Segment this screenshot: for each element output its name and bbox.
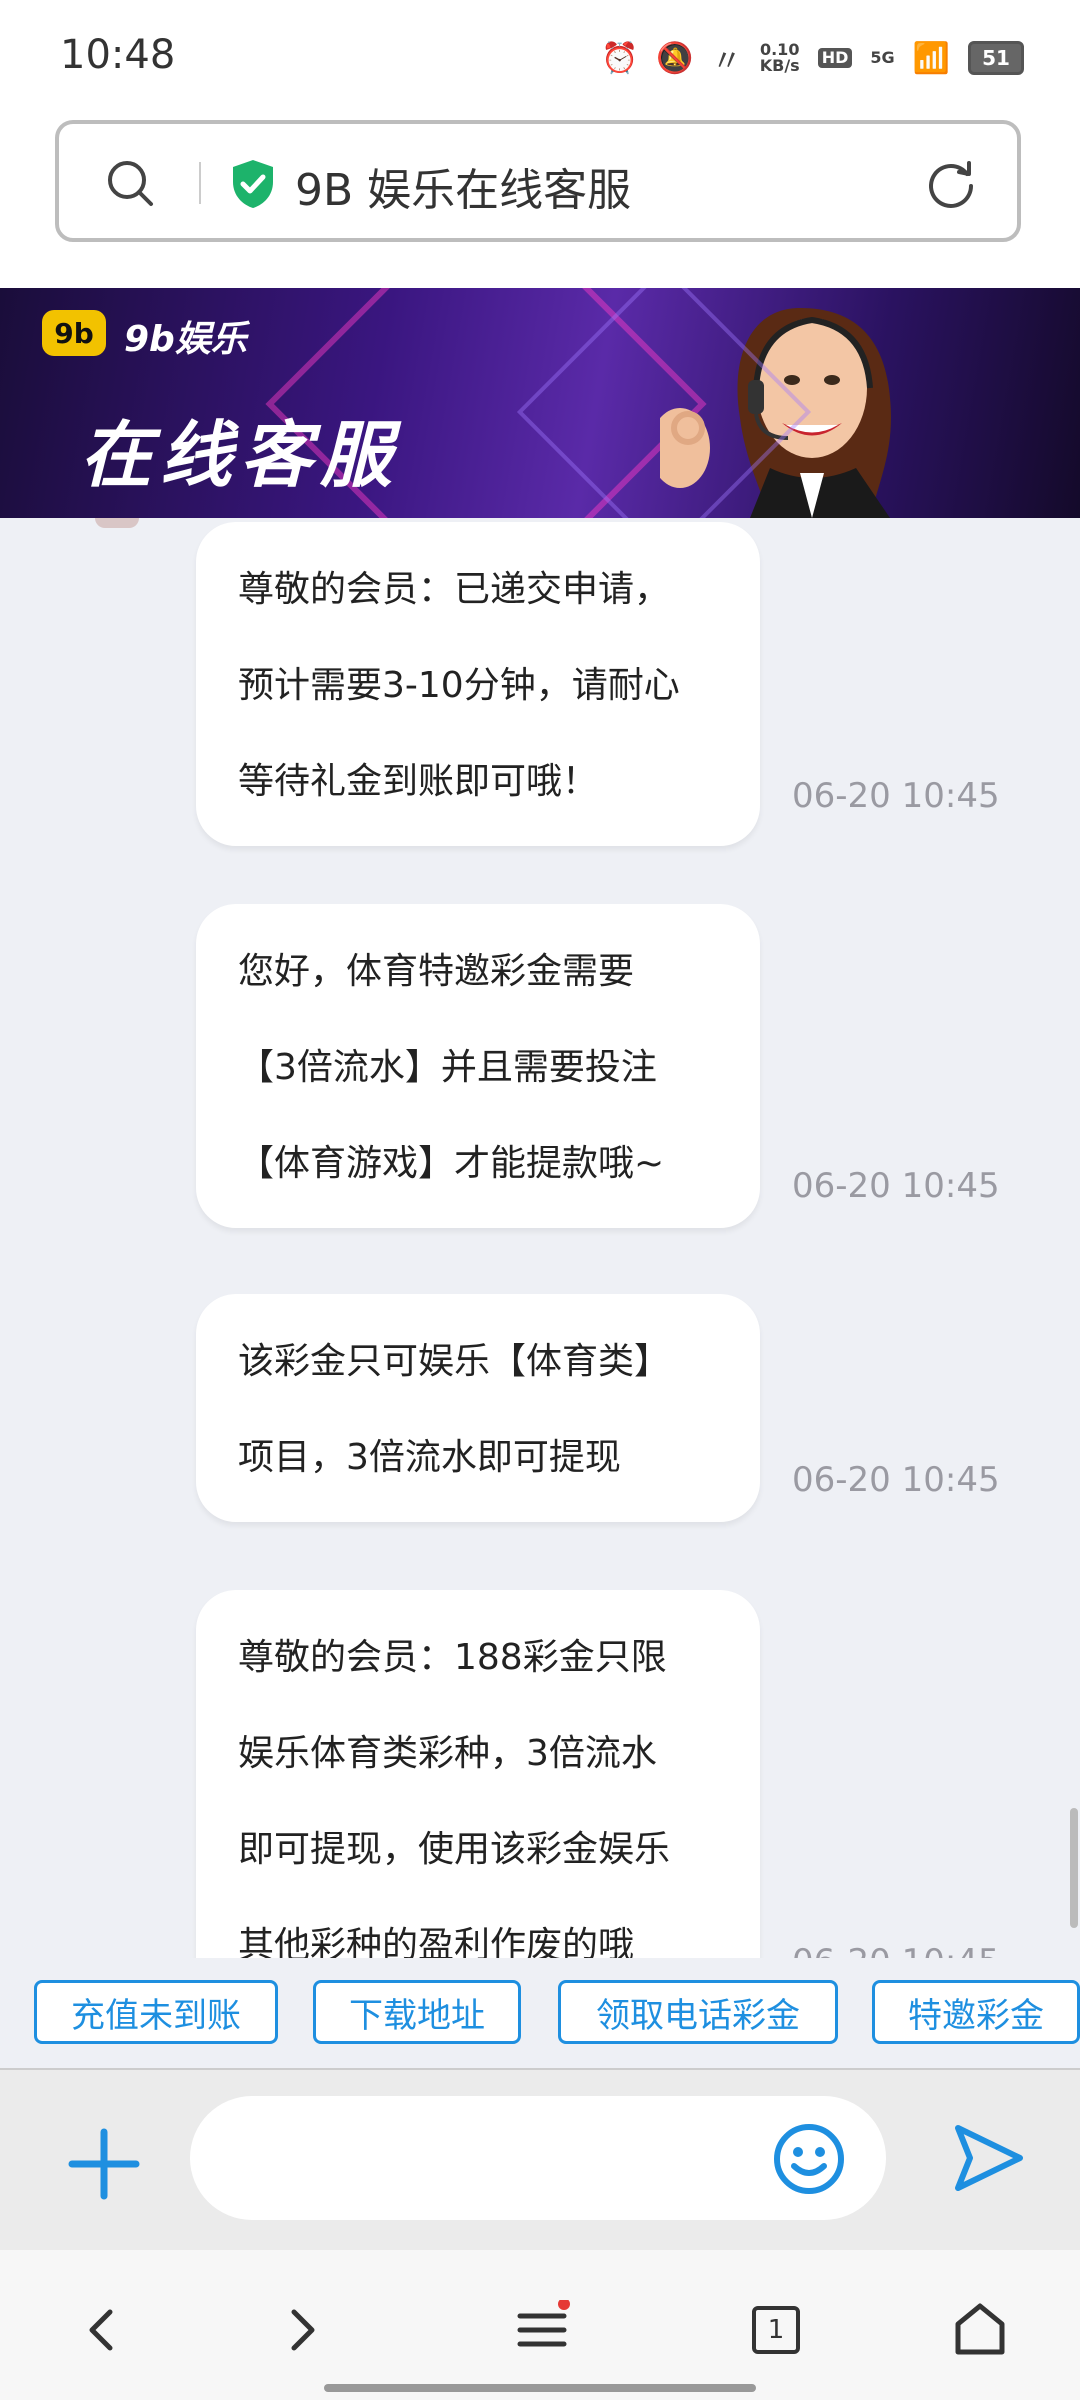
- mute-icon: 🔕: [656, 40, 694, 76]
- vibrate-icon: 〃: [711, 44, 742, 79]
- quick-reply-button[interactable]: 下载地址: [313, 1980, 521, 2044]
- net-speed: 0.10 KB/s: [759, 40, 800, 75]
- banner-brand: 9b娱乐: [124, 319, 247, 360]
- shield-check-icon: [233, 160, 273, 208]
- browser-nav-bar: 1: [0, 2250, 1080, 2400]
- message-bubble: 您好，体育特邀彩金需要 【3倍流水】并且需要投注 【体育游戏】才能提款哦~: [196, 904, 760, 1228]
- message-timestamp: 06-20 10:45: [792, 776, 1000, 816]
- status-icons: ⏰ 🔕 〃 0.10 KB/s HD 5G 📶 51: [601, 36, 1024, 80]
- status-time: 10:48: [60, 32, 176, 78]
- message-bubble: 尊敬的会员：188彩金只限 娱乐体育类彩种，3倍流水 即可提现，使用该彩金娱乐 …: [196, 1590, 760, 1958]
- address-bar[interactable]: 9B 娱乐在线客服: [55, 120, 1021, 242]
- message-line: 等待礼金到账即可哦！: [238, 761, 599, 802]
- menu-icon[interactable]: [512, 2300, 572, 2360]
- message-line: 其他彩种的盈利作废的哦: [238, 1925, 635, 1958]
- wifi-icon: 📶: [912, 40, 950, 76]
- divider: [199, 162, 201, 204]
- forward-icon[interactable]: [272, 2300, 332, 2360]
- message-line: 尊敬的会员：已递交申请，: [238, 569, 671, 610]
- battery-icon: 51: [968, 41, 1024, 75]
- address-bar-container: 9B 娱乐在线客服: [0, 112, 1080, 288]
- message-line: 即可提现，使用该彩金娱乐: [238, 1829, 671, 1870]
- signal-5g-icon: 5G: [870, 48, 895, 67]
- gesture-handle[interactable]: [324, 2384, 756, 2392]
- tabs-button[interactable]: 1: [746, 2300, 806, 2360]
- message-line: 【3倍流水】并且需要投注: [238, 1047, 657, 1088]
- search-icon[interactable]: [105, 158, 155, 208]
- quick-reply-button[interactable]: 充值未到账: [34, 1980, 278, 2044]
- chat-message-list[interactable]: 尊敬的会员：已递交申请， 预计需要3-10分钟，请耐心 等待礼金到账即可哦！ 0…: [0, 518, 1080, 1958]
- refresh-icon[interactable]: [925, 158, 977, 210]
- message-line: 娱乐体育类彩种，3倍流水: [238, 1733, 657, 1774]
- message-timestamp: 06-20 10:45: [792, 1942, 1000, 1958]
- banner-title: 在线客服: [80, 413, 401, 497]
- message-line: 尊敬的会员：188彩金只限: [238, 1637, 667, 1678]
- message-line: 预计需要3-10分钟，请耐心: [238, 665, 680, 706]
- agent-illustration: [660, 308, 891, 518]
- quick-reply-button[interactable]: 特邀彩金: [872, 1980, 1080, 2044]
- message-timestamp: 06-20 10:45: [792, 1166, 1000, 1206]
- brand-logo: 9b: [42, 310, 106, 356]
- emoji-icon[interactable]: [772, 2122, 846, 2196]
- hd-icon: HD: [817, 48, 853, 68]
- send-icon[interactable]: [950, 2122, 1026, 2194]
- service-banner: 9b 9b娱乐 在线客服: [0, 288, 1080, 518]
- message-bubble: 尊敬的会员：已递交申请， 预计需要3-10分钟，请耐心 等待礼金到账即可哦！: [196, 522, 760, 846]
- scrollbar[interactable]: [1070, 1808, 1078, 1928]
- quick-reply-button[interactable]: 领取电话彩金: [558, 1980, 838, 2044]
- message-line: 项目，3倍流水即可提现: [238, 1437, 621, 1478]
- quick-reply-bar: 充值未到账 下载地址 领取电话彩金 特邀彩金: [0, 1958, 1080, 2070]
- plus-icon[interactable]: [68, 2128, 140, 2200]
- message-line: 您好，体育特邀彩金需要: [238, 951, 635, 992]
- message-bubble: 该彩金只可娱乐【体育类】 项目，3倍流水即可提现: [196, 1294, 760, 1522]
- message-line: 【体育游戏】才能提款哦~: [238, 1143, 665, 1184]
- page-title[interactable]: 9B 娱乐在线客服: [295, 154, 631, 218]
- agent-avatar: [95, 518, 139, 528]
- message-line: 该彩金只可娱乐【体育类】: [238, 1341, 671, 1382]
- status-bar: 10:48 ⏰ 🔕 〃 0.10 KB/s HD 5G 📶 51: [0, 0, 1080, 112]
- back-icon[interactable]: [72, 2300, 132, 2360]
- tabs-count: 1: [752, 2306, 800, 2354]
- message-timestamp: 06-20 10:45: [792, 1460, 1000, 1500]
- message-input-bar: [0, 2070, 1080, 2250]
- home-icon[interactable]: [950, 2300, 1010, 2360]
- alarm-icon: ⏰: [601, 40, 639, 76]
